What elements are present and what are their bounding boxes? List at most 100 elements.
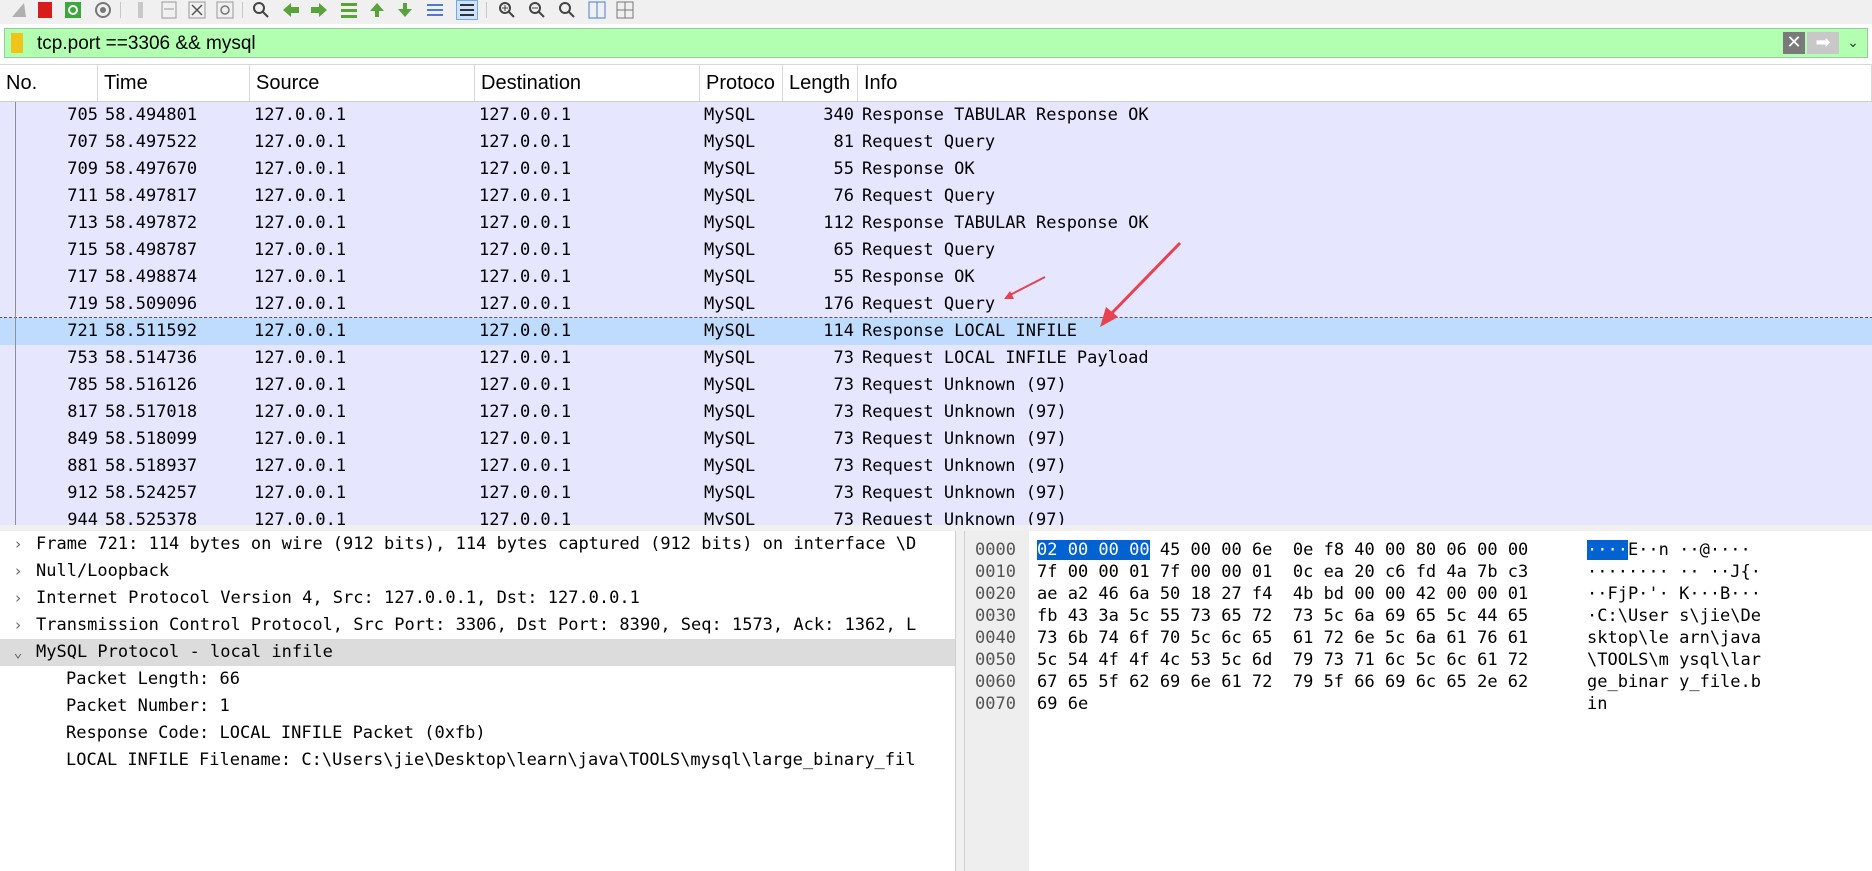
zoom-normal-icon[interactable] <box>556 0 578 20</box>
find-icon[interactable] <box>250 0 272 20</box>
packet-length: 76 <box>833 186 854 206</box>
packet-row[interactable]: 719 58.509096 127.0.0.1 127.0.0.1 MySQL 176 Re… <box>0 291 1872 318</box>
last-packet-icon[interactable] <box>394 0 416 20</box>
detail-field[interactable]: Packet Length: 66 <box>0 666 955 693</box>
ascii-bytes[interactable]: ge_binar y_file.b <box>1587 671 1761 693</box>
chevron-down-icon[interactable]: ⌄ <box>8 639 28 666</box>
coloring-rules-icon[interactable] <box>614 0 636 20</box>
hex-bytes-text: ae a2 46 6a 50 18 27 f4 4b bd 00 00 42 0… <box>1037 584 1529 604</box>
packet-row[interactable]: 753 58.514736 127.0.0.1 127.0.0.1 MySQL 73 Req… <box>0 345 1872 372</box>
restart-icon[interactable] <box>62 0 84 20</box>
detail-field[interactable]: Response Code: LOCAL INFILE Packet (0xfb… <box>0 720 955 747</box>
packet-row[interactable]: 721 58.511592 127.0.0.1 127.0.0.1 MySQL 114 Re… <box>0 317 1872 346</box>
ascii-bytes[interactable]: ········ ·· ··J{· <box>1587 561 1761 583</box>
packet-row[interactable]: 715 58.498787 127.0.0.1 127.0.0.1 MySQL 65 Req… <box>0 237 1872 264</box>
chevron-right-icon[interactable]: › <box>8 558 28 585</box>
bookmark-icon[interactable] <box>11 33 23 53</box>
packet-row[interactable]: 707 58.497522 127.0.0.1 127.0.0.1 MySQL 81 Req… <box>0 129 1872 156</box>
detail-text: Packet Length: 66 <box>66 669 240 689</box>
packet-time: 58.511592 <box>105 321 198 341</box>
stop-icon[interactable] <box>34 0 56 20</box>
go-to-packet-icon[interactable] <box>338 0 360 20</box>
ascii-bytes[interactable]: ····E··n ··@···· <box>1587 539 1751 561</box>
packet-row[interactable]: 912 58.524257 127.0.0.1 127.0.0.1 MySQL 73 Req… <box>0 480 1872 507</box>
detail-field[interactable]: Packet Number: 1 <box>0 693 955 720</box>
hex-bytes[interactable]: 67 65 5f 62 69 6e 61 72 79 5f 66 69 6c 6… <box>1037 671 1528 693</box>
back-icon[interactable] <box>280 0 302 20</box>
detail-tree-item[interactable]: › Internet Protocol Version 4, Src: 127.0… <box>0 585 955 612</box>
hex-bytes-highlighted[interactable]: 02 00 00 00 <box>1037 540 1150 560</box>
save-icon[interactable] <box>158 0 180 20</box>
packet-row[interactable]: 944 58.525378 127.0.0.1 127.0.0.1 MySQL 73 Req… <box>0 507 1872 526</box>
open-icon[interactable] <box>130 0 152 20</box>
chevron-right-icon[interactable]: › <box>8 531 28 558</box>
reload-icon[interactable] <box>214 0 236 20</box>
hex-bytes[interactable]: 02 00 00 00 45 00 00 6e 0e f8 40 00 80 0… <box>1037 539 1528 561</box>
hex-bytes[interactable]: fb 43 3a 5c 55 73 65 72 73 5c 6a 69 65 5… <box>1037 605 1528 627</box>
detail-tree-item[interactable]: › Transmission Control Protocol, Src Port… <box>0 612 955 639</box>
hex-dump-row: 0010 7f 00 00 01 7f 00 00 01 0c ea 20 c6 … <box>965 561 1872 583</box>
packet-row[interactable]: 705 58.494801 127.0.0.1 127.0.0.1 MySQL 340 Re… <box>0 102 1872 129</box>
ascii-bytes[interactable]: ·C:\User s\jie\De <box>1587 605 1761 627</box>
column-header-info[interactable]: Info <box>858 65 1872 101</box>
packet-row[interactable]: 709 58.497670 127.0.0.1 127.0.0.1 MySQL 55 Res… <box>0 156 1872 183</box>
pane-splitter-vertical[interactable] <box>955 531 965 871</box>
packet-row[interactable]: 713 58.497872 127.0.0.1 127.0.0.1 MySQL 112 Re… <box>0 210 1872 237</box>
chevron-right-icon[interactable]: › <box>8 612 28 639</box>
column-header-source[interactable]: Source <box>250 65 475 101</box>
zoom-out-icon[interactable] <box>526 0 548 20</box>
packet-length: 340 <box>823 105 854 125</box>
ascii-bytes[interactable]: ··FjP·'· K···B··· <box>1587 583 1761 605</box>
detail-tree-item[interactable]: › Null/Loopback <box>0 558 955 585</box>
byte-offset: 0000 <box>975 540 1016 560</box>
packet-rows: 705 58.494801 127.0.0.1 127.0.0.1 MySQL 340 Re… <box>0 102 1872 526</box>
forward-icon[interactable] <box>308 0 330 20</box>
detail-tree-item[interactable]: › Frame 721: 114 bytes on wire (912 bits)… <box>0 531 955 558</box>
shark-fin-icon[interactable] <box>8 0 30 20</box>
zoom-in-icon[interactable] <box>496 0 518 20</box>
packet-row[interactable]: 785 58.516126 127.0.0.1 127.0.0.1 MySQL 73 Req… <box>0 372 1872 399</box>
hex-bytes[interactable]: 7f 00 00 01 7f 00 00 01 0c ea 20 c6 fd 4… <box>1037 561 1528 583</box>
column-header-no[interactable]: No. <box>0 65 98 101</box>
packet-row[interactable]: 817 58.517018 127.0.0.1 127.0.0.1 MySQL 73 Req… <box>0 399 1872 426</box>
packet-row[interactable]: 849 58.518099 127.0.0.1 127.0.0.1 MySQL 73 Req… <box>0 426 1872 453</box>
ascii-bytes[interactable]: in <box>1587 693 1607 715</box>
packet-row[interactable]: 711 58.497817 127.0.0.1 127.0.0.1 MySQL 76 Req… <box>0 183 1872 210</box>
chevron-down-icon[interactable]: ⌄ <box>1845 33 1861 53</box>
column-header-length[interactable]: Length <box>783 65 858 101</box>
options-icon[interactable] <box>92 0 114 20</box>
ascii-bytes-highlighted[interactable]: ···· <box>1587 540 1628 560</box>
packet-time: 58.497817 <box>105 186 198 206</box>
detail-field[interactable]: LOCAL INFILE Filename: C:\Users\jie\Desk… <box>0 747 955 774</box>
byte-offset: 0020 <box>975 584 1016 604</box>
packet-length: 176 <box>823 294 854 314</box>
close-icon[interactable] <box>186 0 208 20</box>
ascii-bytes[interactable]: \TOOLS\m ysql\lar <box>1587 649 1761 671</box>
display-filter-input[interactable]: tcp.port ==3306 && mysql <box>37 33 256 55</box>
colorize-icon[interactable] <box>456 0 478 20</box>
packet-row[interactable]: 881 58.518937 127.0.0.1 127.0.0.1 MySQL 73 Req… <box>0 453 1872 480</box>
first-packet-icon[interactable] <box>366 0 388 20</box>
resize-columns-icon[interactable] <box>586 0 608 20</box>
hex-bytes[interactable]: ae a2 46 6a 50 18 27 f4 4b bd 00 00 42 0… <box>1037 583 1528 605</box>
apply-filter-icon[interactable]: ➡ <box>1807 32 1839 54</box>
hex-bytes[interactable]: 5c 54 4f 4f 4c 53 5c 6d 79 73 71 6c 5c 6… <box>1037 649 1528 671</box>
packet-row[interactable]: 717 58.498874 127.0.0.1 127.0.0.1 MySQL 55 Res… <box>0 264 1872 291</box>
packet-destination: 127.0.0.1 <box>479 483 572 503</box>
clear-filter-icon[interactable]: ✕ <box>1783 32 1805 54</box>
chevron-right-icon[interactable]: › <box>8 585 28 612</box>
autoscroll-icon[interactable] <box>424 0 446 20</box>
packet-bytes-pane: 0000 02 00 00 00 45 00 00 6e 0e f8 40 00 … <box>965 531 1872 871</box>
column-header-destination[interactable]: Destination <box>475 65 700 101</box>
packet-destination: 127.0.0.1 <box>479 321 572 341</box>
packet-time: 58.514736 <box>105 348 198 368</box>
hex-bytes[interactable]: 69 6e <box>1037 693 1088 715</box>
packet-protocol: MySQL <box>704 213 756 233</box>
detail-tree-item[interactable]: ⌄ MySQL Protocol - local infile <box>0 639 955 666</box>
hex-bytes[interactable]: 73 6b 74 6f 70 5c 6c 65 61 72 6e 5c 6a 6… <box>1037 627 1528 649</box>
hex-bytes-text: 67 65 5f 62 69 6e 61 72 79 5f 66 69 6c 6… <box>1037 672 1529 692</box>
detail-text: Response Code: LOCAL INFILE Packet (0xfb… <box>66 723 486 743</box>
ascii-bytes[interactable]: sktop\le arn\java <box>1587 627 1761 649</box>
column-header-protocol[interactable]: Protoco <box>700 65 783 101</box>
column-header-time[interactable]: Time <box>98 65 250 101</box>
